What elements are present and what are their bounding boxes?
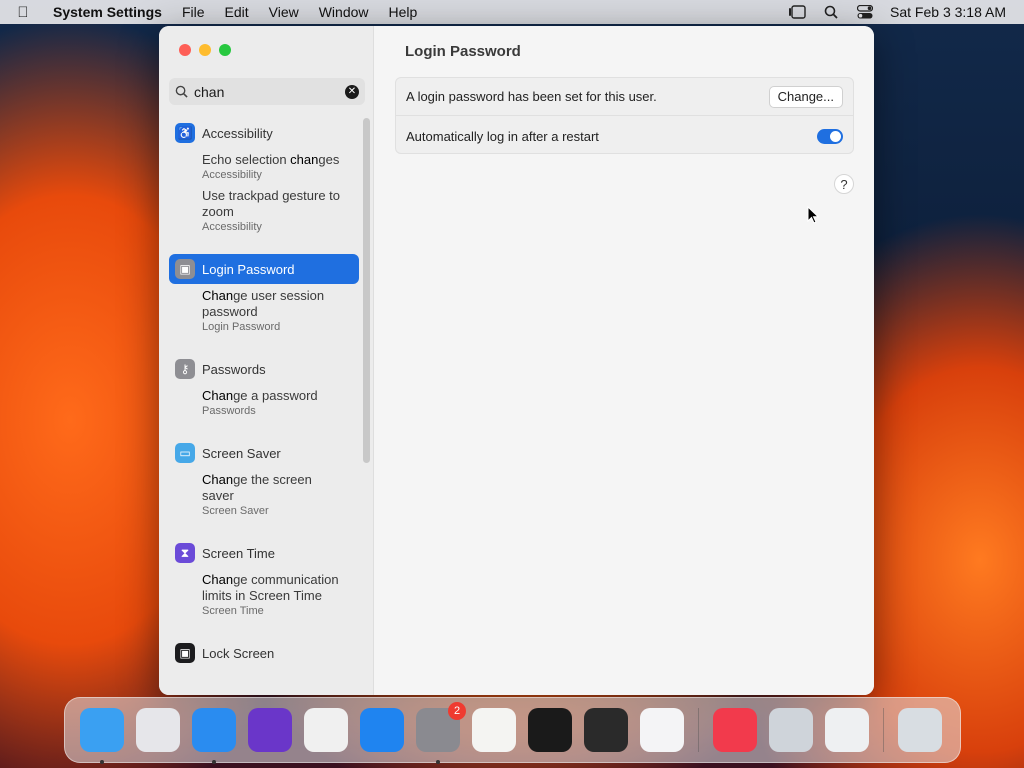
auto-login-row: Automatically log in after a restart — [396, 117, 853, 155]
search-icon — [175, 85, 188, 98]
system-information-icon[interactable] — [825, 708, 869, 752]
launchpad-icon[interactable] — [136, 708, 180, 752]
app-menu[interactable]: System Settings — [46, 4, 172, 20]
search-input[interactable]: chan — [188, 84, 345, 100]
music-icon[interactable] — [713, 708, 757, 752]
result-text-match: Chan — [202, 388, 234, 403]
result-category-label: Screen Saver — [202, 505, 269, 517]
sidebar-item-label: Login Password — [202, 261, 295, 277]
sidebar-item-screen-time[interactable]: ⧗ Screen Time — [169, 538, 359, 568]
search-result-item[interactable]: Change user session password Login Passwo… — [169, 288, 359, 334]
search-result-item[interactable]: Change the screen saver Screen Saver — [169, 472, 359, 518]
sidebar-item-screen-saver[interactable]: ▭ Screen Saver — [169, 438, 359, 468]
menu-view[interactable]: View — [259, 4, 309, 20]
sidebar-item-login-password[interactable]: ▣ Login Password — [169, 254, 359, 284]
dock-separator — [698, 708, 699, 752]
password-set-row: A login password has been set for this u… — [396, 78, 853, 116]
system-settings-window: chan ✕ ♿ Accessibility Echo selection chan… — [159, 26, 874, 695]
running-indicator — [100, 760, 104, 764]
sidebar-item-accessibility[interactable]: ♿ Accessibility — [169, 118, 359, 148]
textedit-icon[interactable] — [472, 708, 516, 752]
garageband-icon[interactable] — [584, 708, 628, 752]
menu-bar:  System Settings File Edit View Window … — [0, 0, 1024, 24]
terminal-icon[interactable] — [528, 708, 572, 752]
search-field[interactable]: chan ✕ — [169, 78, 365, 105]
password-set-label: A login password has been set for this u… — [406, 89, 657, 104]
apple-menu-icon[interactable]:  — [0, 4, 46, 21]
auto-login-toggle[interactable] — [817, 128, 843, 144]
sidebar-item-label: Screen Time — [202, 545, 275, 561]
sidebar-scrollbar[interactable] — [363, 118, 370, 463]
menu-edit[interactable]: Edit — [215, 4, 259, 20]
accessibility-icon: ♿ — [175, 123, 195, 143]
result-category-label: Passwords — [202, 405, 256, 417]
result-text-pre: Echo selection — [202, 152, 291, 167]
sidebar-item-passwords[interactable]: ⚷ Passwords — [169, 354, 359, 384]
key-icon: ⚷ — [175, 359, 195, 379]
menu-clock[interactable]: Sat Feb 3 3:18 AM — [882, 4, 1006, 20]
search-results-list: ♿ Accessibility Echo selection changes Acce… — [169, 118, 359, 682]
result-text-post: ges — [318, 152, 340, 167]
menu-window[interactable]: Window — [309, 4, 379, 20]
result-category-label: Screen Time — [202, 605, 264, 617]
system-settings-icon[interactable]: 2 — [416, 702, 466, 764]
sidebar-item-lock-screen[interactable]: ▣ Lock Screen — [169, 638, 359, 668]
screen-saver-icon: ▭ — [175, 443, 195, 463]
mouse-pointer-icon — [807, 205, 820, 229]
hourglass-icon: ⧗ — [175, 543, 195, 563]
result-text-match: Chan — [202, 572, 234, 587]
vscode-icon[interactable] — [640, 708, 684, 752]
result-text-match: Chan — [202, 472, 234, 487]
firefox-icon[interactable] — [248, 708, 292, 752]
result-text-match: chan — [290, 152, 319, 167]
running-indicator — [436, 760, 440, 764]
menu-file[interactable]: File — [172, 4, 215, 20]
close-window-button[interactable] — [179, 44, 191, 56]
sidebar-item-label: Lock Screen — [202, 645, 275, 661]
running-indicator — [212, 760, 216, 764]
sidebar-item-label: Screen Saver — [202, 445, 281, 461]
search-result-item[interactable]: Change a password Passwords — [169, 388, 359, 418]
search-result-item[interactable]: Echo selection changes Accessibility — [169, 152, 359, 182]
stage-manager-icon[interactable] — [780, 5, 814, 19]
result-text-pre: Use trackpad gesture to zoom — [202, 188, 341, 219]
window-controls — [179, 44, 231, 56]
finder-icon[interactable] — [80, 708, 124, 764]
result-category-label: Login Password — [202, 321, 281, 333]
change-password-button[interactable]: Change... — [768, 85, 843, 108]
result-category-label: Accessibility — [202, 169, 262, 181]
page-title: Login Password — [405, 43, 521, 60]
trash-icon[interactable] — [898, 708, 942, 752]
result-category-label: Accessibility — [202, 221, 262, 233]
minimize-window-button[interactable] — [199, 44, 211, 56]
lock-icon: ▣ — [175, 643, 195, 663]
migration-assistant-icon[interactable] — [769, 708, 813, 752]
chrome-icon[interactable] — [304, 708, 348, 752]
sidebar: chan ✕ ♿ Accessibility Echo selection chan… — [159, 26, 374, 695]
menu-help[interactable]: Help — [379, 4, 428, 20]
lock-icon: ▣ — [175, 259, 195, 279]
dock: 2 — [64, 697, 961, 764]
app-store-icon[interactable] — [360, 708, 404, 752]
main-pane: Login Password A login password has been… — [375, 26, 874, 695]
control-center-icon[interactable] — [848, 5, 882, 19]
auto-login-label: Automatically log in after a restart — [406, 128, 599, 144]
clear-search-icon[interactable]: ✕ — [345, 84, 359, 99]
search-result-item[interactable]: Use trackpad gesture to zoom Accessibilit… — [169, 188, 359, 234]
safari-icon[interactable] — [192, 708, 236, 764]
sidebar-item-label: Passwords — [202, 361, 266, 377]
dock-separator — [883, 708, 884, 752]
result-text-post: ge a password — [233, 388, 318, 403]
search-result-item[interactable]: Change communication limits in Screen Ti… — [169, 572, 359, 618]
result-text-match: Chan — [202, 288, 234, 303]
sidebar-item-label: Accessibility — [202, 125, 273, 141]
notification-badge: 2 — [448, 702, 466, 720]
help-button[interactable]: ? — [834, 174, 854, 194]
zoom-window-button[interactable] — [219, 44, 231, 56]
login-password-panel: A login password has been set for this u… — [395, 77, 854, 154]
spotlight-icon[interactable] — [814, 5, 848, 19]
